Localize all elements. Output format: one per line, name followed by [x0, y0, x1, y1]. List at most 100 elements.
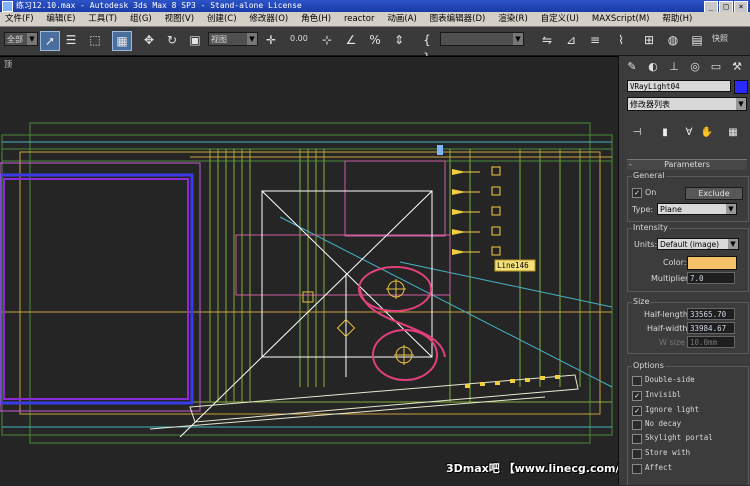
menu-tools[interactable]: 工具(T): [83, 12, 122, 26]
half-length-spinner[interactable]: 33565.70: [687, 308, 735, 320]
menu-reactor[interactable]: reactor: [339, 12, 379, 26]
modifier-stack-toolbar: ⊣ ▮ ∀ ✋ ▦: [619, 123, 750, 143]
no-decay-label: No decay: [645, 419, 682, 428]
motion-tab-icon[interactable]: ◎: [686, 58, 704, 76]
type-dropdown[interactable]: Plane ▼: [657, 203, 737, 215]
menu-maxscript[interactable]: MAXScript(M): [587, 12, 655, 26]
show-end-result-icon[interactable]: ▮: [657, 125, 673, 141]
mirror-icon[interactable]: ⇋: [538, 31, 556, 49]
type-value: Plane: [660, 205, 682, 214]
no-decay-checkbox[interactable]: [632, 420, 642, 430]
exclude-button[interactable]: Exclude: [685, 187, 743, 200]
menu-views[interactable]: 视图(V): [160, 12, 199, 26]
chevron-down-icon: ▼: [728, 239, 738, 249]
layer-manager-icon[interactable]: ≡: [586, 31, 604, 49]
create-tab-icon[interactable]: ✎: [623, 58, 641, 76]
half-width-label: Half-width:: [647, 324, 691, 333]
make-unique-icon[interactable]: ∀: [681, 125, 697, 141]
close-button[interactable]: ×: [734, 1, 748, 12]
remove-modifier-icon[interactable]: ✋: [699, 125, 715, 141]
selection-filter-dropdown[interactable]: 全部 ▼: [4, 32, 38, 46]
curve-editor-icon[interactable]: ⌇: [612, 31, 630, 49]
maximize-button[interactable]: □: [719, 1, 733, 12]
angle-snap-icon[interactable]: ∠: [342, 31, 360, 49]
menu-help[interactable]: 帮助(H): [657, 12, 697, 26]
menu-character[interactable]: 角色(H): [296, 12, 336, 26]
window-crossing-icon[interactable]: ▦: [112, 31, 132, 51]
general-title: General: [632, 170, 666, 181]
select-object-icon[interactable]: ➚: [40, 31, 60, 51]
align-icon[interactable]: ⊿: [562, 31, 580, 49]
percent-snap-icon[interactable]: %: [366, 31, 384, 49]
units-dropdown[interactable]: Default (image) ▼: [657, 238, 739, 250]
reference-coord-value: 视图: [211, 35, 227, 44]
window-controls: _ □ ×: [703, 1, 748, 12]
snap-toggle-icon[interactable]: ⊹: [318, 31, 336, 49]
render-scene-icon[interactable]: ▤: [688, 31, 706, 49]
options-title: Options: [632, 360, 665, 371]
material-editor-icon[interactable]: ◍: [664, 31, 682, 49]
spinner-value: 0.00: [290, 34, 308, 43]
region-select-icon[interactable]: ⬚: [86, 31, 104, 49]
rollout-title: Parameters: [664, 160, 710, 169]
quick-render-button[interactable]: 快照: [712, 33, 728, 44]
reference-coord-dropdown[interactable]: 视图 ▼: [208, 32, 258, 46]
chevron-down-icon: ▼: [27, 33, 37, 45]
object-color-swatch[interactable]: [734, 80, 748, 94]
double-sided-label: Double-side: [645, 375, 695, 384]
main-toolbar: ↶ 全部▼ ➚ ☰ ⬚ ▦ ✥ ↻ ▣ 视图▼ ✛ 0.00 ⊹ ∠ % ⇕ {…: [0, 27, 750, 65]
menu-modifiers[interactable]: 修改器(O): [244, 12, 293, 26]
skylight-portal-checkbox[interactable]: [632, 434, 642, 444]
double-sided-checkbox[interactable]: [632, 376, 642, 386]
app-icon: [2, 1, 13, 12]
hierarchy-tab-icon[interactable]: ⊥: [665, 58, 683, 76]
menu-file[interactable]: 文件(F): [0, 12, 39, 26]
menu-create[interactable]: 创建(C): [202, 12, 242, 26]
multiplier-spinner[interactable]: 7.0: [687, 272, 735, 284]
intensity-title: Intensity: [632, 222, 669, 233]
rotate-icon[interactable]: ↻: [163, 31, 181, 49]
display-tab-icon[interactable]: ▭: [707, 58, 725, 76]
select-by-name-icon[interactable]: ☰: [62, 31, 80, 49]
menu-group[interactable]: 组(G): [125, 12, 157, 26]
color-label: Color:: [663, 258, 687, 267]
object-name-label[interactable]: Line146: [497, 260, 529, 271]
invisible-checkbox[interactable]: ✓: [632, 391, 642, 401]
chevron-down-icon: ▼: [726, 204, 736, 214]
ignore-light-normals-checkbox[interactable]: ✓: [632, 406, 642, 416]
affect-diffuse-checkbox[interactable]: [632, 464, 642, 474]
utilities-tab-icon[interactable]: ⚒: [728, 58, 746, 76]
parameters-rollout[interactable]: - Parameters: [627, 159, 747, 170]
modify-tab-icon[interactable]: ◐: [644, 58, 662, 76]
pin-stack-icon[interactable]: ⊣: [629, 125, 645, 141]
spinner-snap-icon[interactable]: ⇕: [390, 31, 408, 49]
light-color-swatch[interactable]: [687, 256, 737, 270]
named-selection-icon[interactable]: { }: [418, 31, 436, 65]
object-name-field[interactable]: VRayLight04: [627, 80, 731, 92]
schematic-view-icon[interactable]: ⊞: [640, 31, 658, 49]
configure-sets-icon[interactable]: ▦: [725, 125, 741, 141]
store-with-irradiance-label: Store with: [645, 448, 691, 457]
top-viewport[interactable]: 顶 Line146: [0, 56, 618, 486]
minimize-button[interactable]: _: [704, 1, 718, 12]
on-checkbox[interactable]: ✓: [632, 188, 642, 198]
menu-rendering[interactable]: 渲染(R): [493, 12, 533, 26]
menu-animation[interactable]: 动画(A): [382, 12, 421, 26]
menu-edit[interactable]: 编辑(E): [41, 12, 80, 26]
command-panel-tabs: ✎ ◐ ⊥ ◎ ▭ ⚒: [619, 58, 750, 76]
move-icon[interactable]: ✥: [140, 31, 158, 49]
half-width-spinner[interactable]: 33984.67: [687, 322, 735, 334]
pivot-center-icon[interactable]: ✛: [262, 31, 280, 49]
w-size-spinner[interactable]: 10.0mm: [687, 336, 735, 348]
type-label: Type:: [632, 205, 654, 214]
store-with-irradiance-checkbox[interactable]: [632, 449, 642, 459]
scale-icon[interactable]: ▣: [186, 31, 204, 49]
size-title: Size: [632, 296, 651, 307]
menu-customize[interactable]: 自定义(U): [536, 12, 584, 26]
viewport-wireframe: [0, 122, 613, 444]
chevron-down-icon: ▼: [513, 33, 523, 45]
invisible-label: Invisibl: [645, 390, 682, 399]
named-selection-dropdown[interactable]: ▼: [440, 32, 524, 46]
modifier-list-dropdown[interactable]: 修改器列表 ▼: [627, 97, 747, 111]
menu-graph-editors[interactable]: 图表编辑器(D): [425, 12, 491, 26]
